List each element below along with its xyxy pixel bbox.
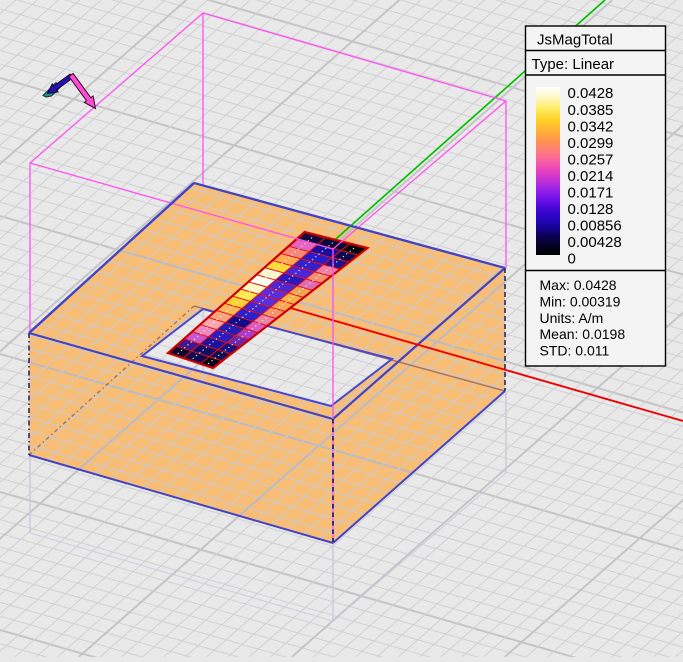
svg-text:Units: A/m: Units: A/m (540, 310, 604, 326)
svg-text:0.00428: 0.00428 (568, 234, 622, 251)
svg-text:0.0128: 0.0128 (568, 201, 614, 218)
svg-text:Mean: 0.0198: Mean: 0.0198 (540, 326, 626, 342)
svg-text:0.0257: 0.0257 (568, 151, 614, 168)
svg-text:0.0385: 0.0385 (568, 102, 614, 119)
svg-text:0.0299: 0.0299 (568, 135, 614, 152)
svg-text:0.0214: 0.0214 (568, 168, 614, 185)
svg-text:0.0171: 0.0171 (568, 185, 614, 202)
svg-text:0.00856: 0.00856 (568, 218, 622, 235)
svg-text:JsMagTotal: JsMagTotal (537, 32, 613, 49)
svg-text:0.0428: 0.0428 (568, 85, 614, 102)
svg-text:Max: 0.0428: Max: 0.0428 (540, 277, 617, 293)
svg-text:0.0342: 0.0342 (568, 118, 614, 135)
svg-text:Min: 0.00319: Min: 0.00319 (540, 293, 621, 309)
svg-text:STD: 0.011: STD: 0.011 (540, 343, 610, 359)
svg-text:Type: Linear: Type: Linear (532, 56, 615, 73)
svg-text:0: 0 (568, 251, 576, 268)
